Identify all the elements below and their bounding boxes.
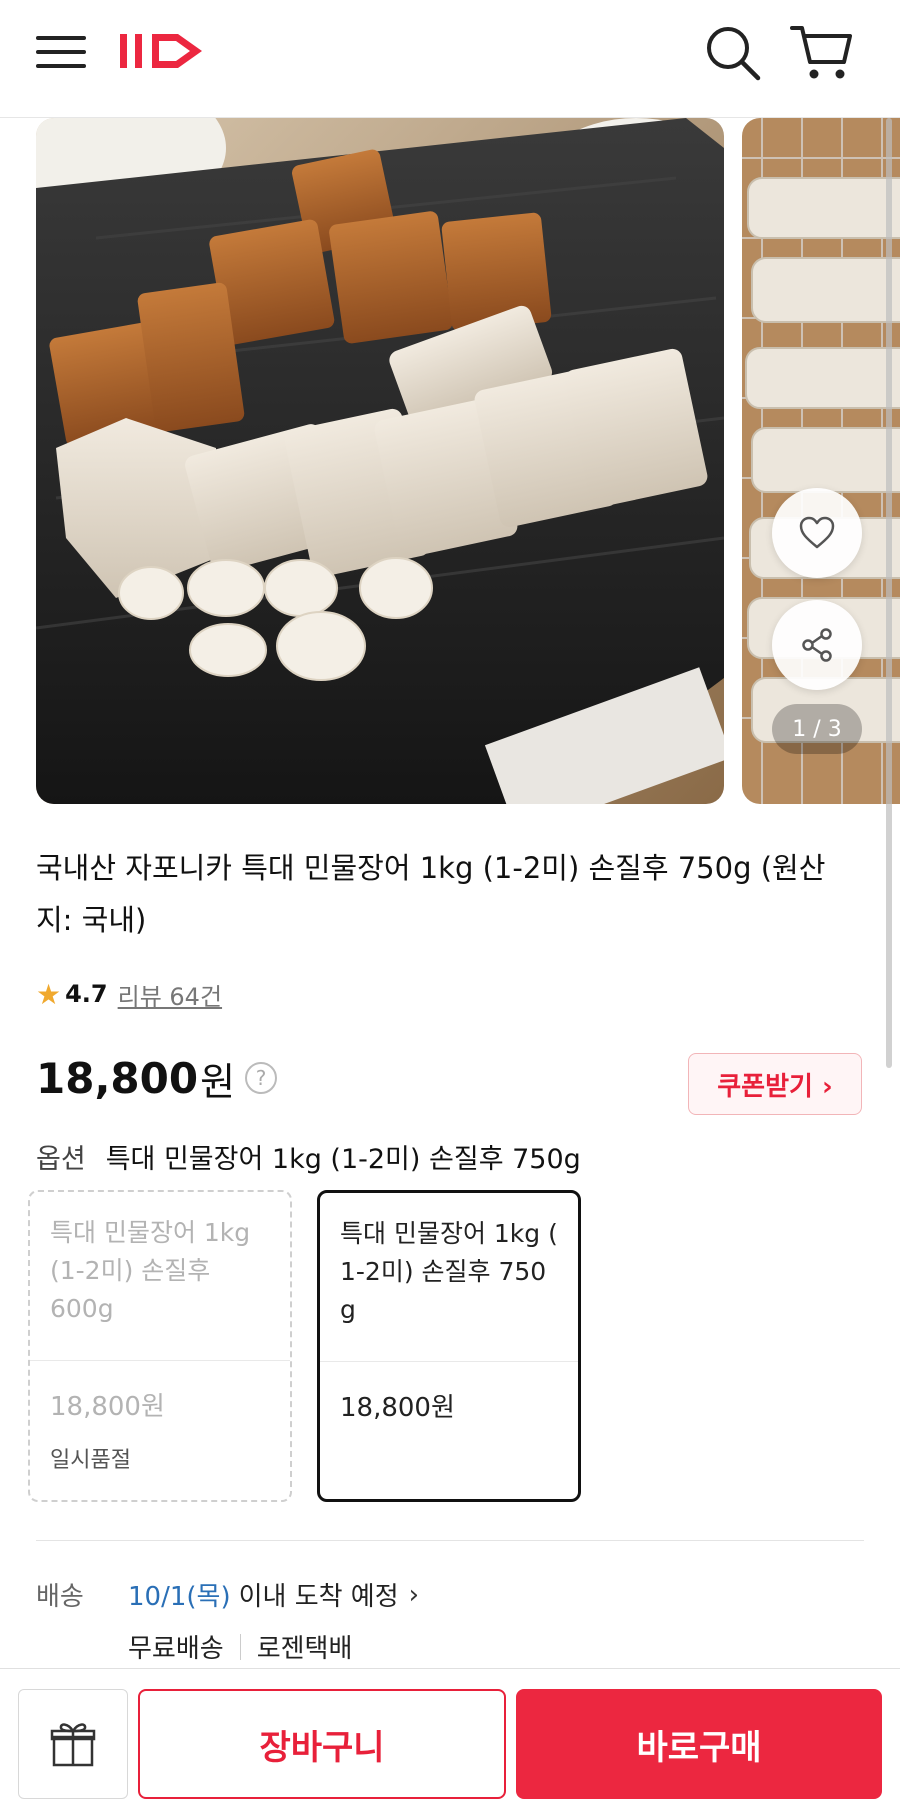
- gift-button[interactable]: [18, 1689, 128, 1799]
- shipping-detail: 무료배송 로젠택배: [128, 1628, 352, 1665]
- cart-icon[interactable]: [788, 22, 854, 84]
- rating-score: 4.7: [65, 980, 108, 1008]
- shipping-fee: 무료배송: [128, 1634, 224, 1664]
- page-scrollbar[interactable]: [886, 118, 892, 1068]
- share-button[interactable]: [772, 600, 862, 690]
- wishlist-button[interactable]: [772, 488, 862, 578]
- section-divider: [36, 1540, 864, 1541]
- site-logo[interactable]: [116, 26, 206, 74]
- top-header: [0, 0, 900, 118]
- option-row: 옵션 특대 민물장어 1kg (1-2미) 손질후 750g: [36, 1134, 581, 1178]
- option-name: 특대 민물장어 1kg ( 1-2미) 손질후 750 g: [340, 1219, 558, 1324]
- option-card-selected[interactable]: 특대 민물장어 1kg ( 1-2미) 손질후 750 g 18,800원: [317, 1190, 581, 1502]
- search-icon[interactable]: [702, 22, 764, 84]
- chevron-right-icon: ›: [408, 1579, 420, 1610]
- gallery-pager: 1 / 3: [772, 704, 862, 754]
- option-divider: [30, 1360, 290, 1361]
- option-selected: 특대 민물장어 1kg (1-2미) 손질후 750g: [105, 1143, 581, 1175]
- price-row: 18,800 원 ?: [36, 1048, 278, 1108]
- star-icon: ★: [36, 977, 62, 1011]
- shipping-label: 배송: [36, 1582, 84, 1612]
- shipping-date: 10/1(목): [128, 1582, 231, 1612]
- hamburger-icon[interactable]: [36, 30, 86, 74]
- product-main-image[interactable]: [36, 118, 724, 804]
- buy-now-button[interactable]: 바로구매: [516, 1689, 882, 1799]
- option-price: 18,800원: [340, 1393, 455, 1423]
- shipping-carrier: 로젠택배: [256, 1634, 353, 1664]
- option-status: 일시품절: [50, 1448, 131, 1473]
- review-link[interactable]: 리뷰 64건: [118, 977, 222, 1012]
- rating-row: ★ 4.7 리뷰 64건: [36, 972, 222, 1016]
- product-next-image[interactable]: [742, 118, 900, 804]
- price-help-icon[interactable]: ?: [245, 1062, 278, 1094]
- heart-icon: [799, 516, 835, 549]
- gift-icon: [50, 1723, 96, 1767]
- shipping-arrival: 이내 도착 예정: [238, 1582, 399, 1612]
- price-currency: 원: [200, 1059, 236, 1104]
- add-to-cart-button[interactable]: 장바구니: [138, 1689, 506, 1799]
- share-icon: [802, 628, 832, 662]
- shipping-row[interactable]: 배송 10/1(목) 이내 도착 예정 ›: [36, 1576, 419, 1613]
- product-image-gallery[interactable]: 1 / 3: [0, 118, 900, 808]
- product-title: 국내산 자포니카 특대 민물장어 1kg (1-2미) 손질후 750g (원산…: [36, 851, 826, 937]
- option-label: 옵션: [36, 1143, 86, 1175]
- option-card-soldout[interactable]: 특대 민물장어 1kg (1-2미) 손질후 600g 18,800원 일시품절: [28, 1190, 292, 1502]
- divider: [239, 1633, 241, 1660]
- option-name: 특대 민물장어 1kg (1-2미) 손질후 600g: [50, 1218, 251, 1323]
- coupon-button[interactable]: 쿠폰받기 ›: [688, 1053, 862, 1115]
- bottom-action-bar: 장바구니 바로구매: [0, 1668, 900, 1816]
- price-value: 18,800: [36, 1053, 199, 1103]
- option-price: 18,800원: [50, 1392, 165, 1422]
- option-divider: [320, 1361, 578, 1362]
